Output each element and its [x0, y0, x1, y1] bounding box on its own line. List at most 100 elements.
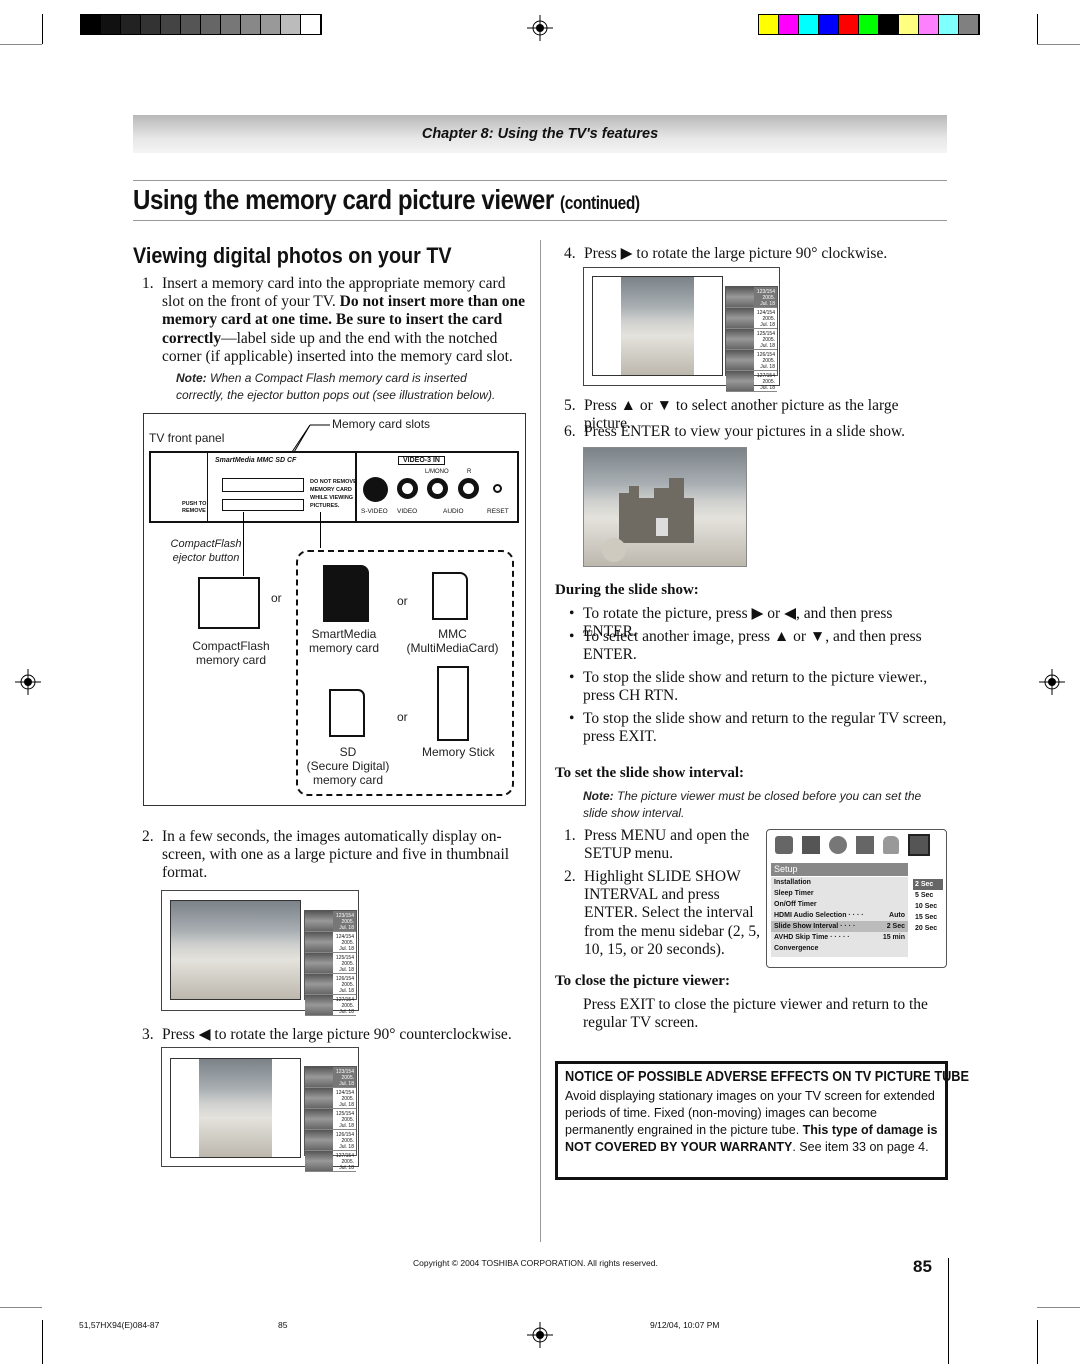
menu-item[interactable]: Slide Show Interval · · · · 2 Sec [771, 921, 908, 932]
thumbnail-image [305, 1088, 334, 1108]
page-title: Using the memory card picture viewer (co… [133, 184, 640, 216]
step-4: 4. Press ▶ to rotate the large picture 90… [564, 245, 888, 262]
gray-swatch [221, 15, 241, 34]
thumbnail[interactable]: 124/154 2005. Jul. 18 [305, 932, 356, 953]
smartmedia-slot[interactable] [222, 478, 304, 492]
thumbnail-image [726, 371, 755, 391]
menu-item[interactable]: AVHD Skip Time · · · · · 15 min [771, 932, 908, 943]
setup-menu-icon[interactable] [908, 834, 930, 856]
mmc-card [432, 572, 468, 620]
s-video-label: S-VIDEO [361, 508, 388, 515]
thumbnail[interactable]: 124/154 2005. Jul. 18 [726, 308, 777, 329]
thumbnail[interactable]: 124/154 2005. Jul. 18 [305, 1088, 356, 1109]
notice-title: NOTICE OF POSSIBLE ADVERSE EFFECTS ON TV… [565, 1068, 970, 1085]
thumbnail-label: 125/154 2005. Jul. 18 [756, 331, 775, 349]
r-label: R [467, 469, 472, 475]
menu-icons [775, 834, 930, 856]
memory-card-slots-label: Memory card slots [332, 417, 431, 431]
notice-box: NOTICE OF POSSIBLE ADVERSE EFFECTS ON TV… [555, 1061, 970, 1180]
interval-option[interactable]: 10 Sec [913, 901, 943, 912]
thumbnail-label: 124/154 2005. Jul. 18 [335, 1090, 354, 1108]
thumbnail-image [305, 953, 334, 973]
compactflash-slot[interactable] [222, 499, 304, 511]
tv-front-panel-label: TV front panel [149, 431, 225, 445]
menu-item[interactable]: Sleep Timer [771, 888, 908, 899]
menu-item[interactable]: HDMI Audio Selection · · · · Auto [771, 910, 908, 921]
card-label-sd: SD (Secure Digital) memory card [306, 745, 390, 787]
thumbnail[interactable]: 123/154 2005. Jul. 18 [305, 911, 356, 932]
thumbnail[interactable]: 126/154 2005. Jul. 18 [726, 350, 777, 371]
interval-step-1: 1. Press MENU and open the SETUP menu. [564, 827, 750, 863]
grayscale-calibration-bar [80, 14, 322, 35]
thumbnail[interactable]: 126/154 2005. Jul. 18 [305, 1130, 356, 1151]
thumbnail-image [305, 974, 334, 994]
thumbnail-label: 123/154 2005. Jul. 18 [335, 913, 354, 931]
or-label: or [397, 710, 408, 724]
push-to-remove-label: PUSH TO REMOVE [182, 501, 207, 514]
thumbnail-image [305, 911, 334, 931]
audio-r-jack [458, 478, 479, 499]
interval-option[interactable]: 5 Sec [913, 890, 943, 901]
interval-option[interactable]: 2 Sec [913, 879, 943, 890]
color-swatch [939, 15, 959, 34]
thumbnail[interactable]: 127/154 2005. Jul. 18 [726, 371, 777, 392]
thumbnail[interactable]: 127/154 2005. Jul. 18 [305, 1151, 356, 1172]
thumbnail[interactable]: 125/154 2005. Jul. 18 [305, 1109, 356, 1130]
color-swatch [839, 15, 859, 34]
reset-label: RESET [487, 508, 509, 515]
thumbnail[interactable]: 125/154 2005. Jul. 18 [726, 329, 777, 350]
thumbnail-label: 127/154 2005. Jul. 18 [335, 1153, 354, 1171]
chapter-title: Chapter 8: Using the TV's features [421, 126, 659, 142]
interval-option[interactable]: 15 Sec [913, 912, 943, 923]
thumbnail-label: 124/154 2005. Jul. 18 [756, 310, 775, 328]
menu-item-value: 15 min [882, 934, 905, 941]
bullet-item: • To stop the slide show and return to th… [569, 710, 947, 746]
registration-mark-icon [527, 15, 553, 41]
thumbnail-image [726, 329, 755, 349]
compactflash-card [198, 577, 260, 629]
thumbnail-label: 126/154 2005. Jul. 18 [335, 1132, 354, 1150]
interval-option[interactable]: 20 Sec [913, 923, 943, 934]
gray-swatch [281, 15, 301, 34]
applications-menu-icon [856, 836, 874, 854]
gray-swatch [301, 15, 321, 34]
smartmedia-card [323, 565, 369, 622]
card-label-mmc: MMC (MultiMediaCard) [406, 627, 499, 655]
s-video-jack [363, 477, 388, 502]
menu-item[interactable]: Convergence [771, 943, 908, 954]
card-label-compactflash: CompactFlash memory card [192, 639, 270, 667]
thumbnail-image [726, 287, 755, 307]
warning-text: DO NOT REMOVE MEMORY CARD WHILE VIEWING … [310, 479, 357, 509]
audio-l-jack [427, 478, 448, 499]
setup-menu-screenshot: Setup Installation Sleep Timer On/Off Time… [766, 829, 947, 968]
thumbnail-label: 126/154 2005. Jul. 18 [756, 352, 775, 370]
menu-item[interactable]: Installation [771, 877, 908, 888]
picture-viewer-screenshot: 123/154 2005. Jul. 18 124/154 2005. Jul. 18… [161, 890, 359, 1016]
close-viewer-text: Press EXIT to close the picture viewer a… [583, 996, 928, 1032]
page-number: 85 [913, 1257, 932, 1276]
thumbnail-label: 123/154 2005. Jul. 18 [756, 289, 775, 307]
color-swatch [899, 15, 919, 34]
memory-stick-card [437, 666, 469, 741]
right-arrow-icon: ▶ [620, 245, 633, 262]
rotated-cw-screenshot: 123/154 2005. Jul. 18 124/154 2005. Jul. 18… [583, 267, 780, 392]
thumbnail-image [726, 308, 755, 328]
close-viewer-heading: To close the picture viewer: [555, 973, 730, 989]
note: Note: When a Compact Flash memory card i… [176, 371, 496, 402]
menu-item[interactable]: On/Off Timer [771, 899, 908, 910]
menu-item-value: Auto [889, 912, 905, 919]
thumbnail[interactable]: 123/154 2005. Jul. 18 [726, 287, 777, 308]
menu-item-label: Convergence [774, 945, 819, 952]
bullet-item: • To stop the slide show and return to th… [569, 669, 928, 705]
thumbnail-image [305, 932, 334, 952]
thumbnail-image [726, 350, 755, 370]
thumbnail[interactable]: 126/154 2005. Jul. 18 [305, 974, 356, 995]
thumbnail[interactable]: 127/154 2005. Jul. 18 [305, 995, 356, 1016]
video-label: VIDEO [397, 508, 418, 515]
slug-page: 85 [278, 1320, 288, 1330]
gray-swatch [101, 15, 121, 34]
section-heading: Viewing digital photos on your TV [133, 243, 452, 268]
card-label-memory-stick: Memory Stick [422, 745, 495, 759]
thumbnail[interactable]: 125/154 2005. Jul. 18 [305, 953, 356, 974]
thumbnail[interactable]: 123/154 2005. Jul. 18 [305, 1067, 356, 1088]
